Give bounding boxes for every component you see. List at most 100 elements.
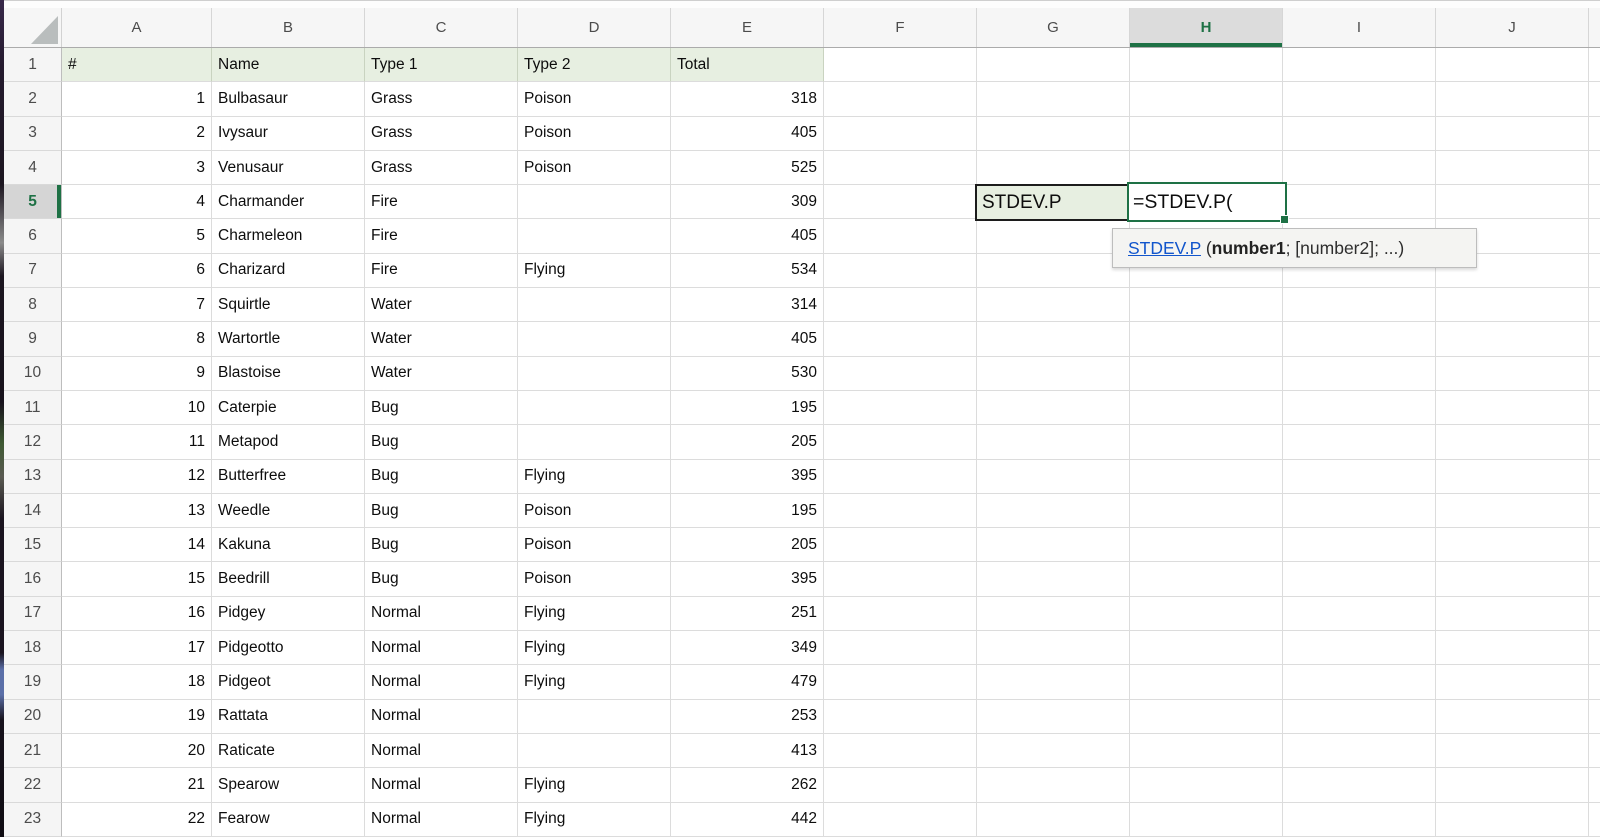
cell-J3[interactable]	[1436, 117, 1589, 151]
cell-J9[interactable]	[1436, 322, 1589, 356]
cell-C4[interactable]: Grass	[365, 151, 518, 185]
cell-J10[interactable]	[1436, 357, 1589, 391]
cell-F4[interactable]	[824, 151, 977, 185]
cell-A11[interactable]: 10	[62, 391, 212, 425]
column-header-E[interactable]: E	[671, 8, 824, 47]
cell-D3[interactable]: Poison	[518, 117, 671, 151]
cell-E18[interactable]: 349	[671, 631, 824, 665]
cell-J8[interactable]	[1436, 288, 1589, 322]
cell-I18[interactable]	[1283, 631, 1436, 665]
cell-H16[interactable]	[1130, 562, 1283, 596]
cell-H21[interactable]	[1130, 734, 1283, 768]
cell-H19[interactable]	[1130, 665, 1283, 699]
cell-C9[interactable]: Water	[365, 322, 518, 356]
cell-G16[interactable]	[977, 562, 1130, 596]
cell-E13[interactable]: 395	[671, 460, 824, 494]
cell-I11[interactable]	[1283, 391, 1436, 425]
cell-J14[interactable]	[1436, 494, 1589, 528]
cell-F12[interactable]	[824, 425, 977, 459]
cell-F2[interactable]	[824, 82, 977, 116]
cell-D23[interactable]: Flying	[518, 803, 671, 837]
cell-J23[interactable]	[1436, 803, 1589, 837]
cell-H22[interactable]	[1130, 768, 1283, 802]
cell-B14[interactable]: Weedle	[212, 494, 365, 528]
cell-E4[interactable]: 525	[671, 151, 824, 185]
cell-E16[interactable]: 395	[671, 562, 824, 596]
cell-B1[interactable]: Name	[212, 48, 365, 82]
cell-D21[interactable]	[518, 734, 671, 768]
column-header-B[interactable]: B	[212, 8, 365, 47]
cell-C3[interactable]: Grass	[365, 117, 518, 151]
cell-B20[interactable]: Rattata	[212, 700, 365, 734]
cell-G13[interactable]	[977, 460, 1130, 494]
cell-G12[interactable]	[977, 425, 1130, 459]
cell-F14[interactable]	[824, 494, 977, 528]
cell-A22[interactable]: 21	[62, 768, 212, 802]
cell-G11[interactable]	[977, 391, 1130, 425]
cell-G6[interactable]	[977, 219, 1130, 253]
fill-handle[interactable]	[1280, 215, 1289, 224]
cell-E7[interactable]: 534	[671, 254, 824, 288]
cell-H9[interactable]	[1130, 322, 1283, 356]
cell-B13[interactable]: Butterfree	[212, 460, 365, 494]
cell-A1[interactable]: #	[62, 48, 212, 82]
cell-B3[interactable]: Ivysaur	[212, 117, 365, 151]
cell-E2[interactable]: 318	[671, 82, 824, 116]
cell-I23[interactable]	[1283, 803, 1436, 837]
cell-F16[interactable]	[824, 562, 977, 596]
cell-G2[interactable]	[977, 82, 1130, 116]
cell-C11[interactable]: Bug	[365, 391, 518, 425]
function-name-link[interactable]: STDEV.P	[1128, 238, 1201, 258]
cell-D18[interactable]: Flying	[518, 631, 671, 665]
cell-G15[interactable]	[977, 528, 1130, 562]
cell-D6[interactable]	[518, 219, 671, 253]
cell-C8[interactable]: Water	[365, 288, 518, 322]
cell-I15[interactable]	[1283, 528, 1436, 562]
cell-I12[interactable]	[1283, 425, 1436, 459]
cell-C20[interactable]: Normal	[365, 700, 518, 734]
cell-I9[interactable]	[1283, 322, 1436, 356]
cell-A20[interactable]: 19	[62, 700, 212, 734]
cell-I13[interactable]	[1283, 460, 1436, 494]
cell-B15[interactable]: Kakuna	[212, 528, 365, 562]
select-all-button[interactable]	[4, 8, 62, 47]
cell-H4[interactable]	[1130, 151, 1283, 185]
cell-G5-selected-range[interactable]: STDEV.P	[975, 184, 1132, 221]
cell-E23[interactable]: 442	[671, 803, 824, 837]
cell-A6[interactable]: 5	[62, 219, 212, 253]
cell-I5[interactable]	[1283, 185, 1436, 219]
cell-B8[interactable]: Squirtle	[212, 288, 365, 322]
cell-F21[interactable]	[824, 734, 977, 768]
cell-G7[interactable]	[977, 254, 1130, 288]
cell-C12[interactable]: Bug	[365, 425, 518, 459]
cell-G8[interactable]	[977, 288, 1130, 322]
cell-J15[interactable]	[1436, 528, 1589, 562]
cell-C18[interactable]: Normal	[365, 631, 518, 665]
row-header-16[interactable]: 16	[4, 562, 62, 596]
cell-H13[interactable]	[1130, 460, 1283, 494]
column-header-F[interactable]: F	[824, 8, 977, 47]
cell-D8[interactable]	[518, 288, 671, 322]
cell-C10[interactable]: Water	[365, 357, 518, 391]
cell-D22[interactable]: Flying	[518, 768, 671, 802]
cell-A14[interactable]: 13	[62, 494, 212, 528]
cell-D9[interactable]	[518, 322, 671, 356]
cell-G1[interactable]	[977, 48, 1130, 82]
column-header-I[interactable]: I	[1283, 8, 1436, 47]
cell-I1[interactable]	[1283, 48, 1436, 82]
cell-A8[interactable]: 7	[62, 288, 212, 322]
cell-C19[interactable]: Normal	[365, 665, 518, 699]
cell-D16[interactable]: Poison	[518, 562, 671, 596]
cell-C22[interactable]: Normal	[365, 768, 518, 802]
cell-C16[interactable]: Bug	[365, 562, 518, 596]
cell-H10[interactable]	[1130, 357, 1283, 391]
cell-B16[interactable]: Beedrill	[212, 562, 365, 596]
cell-D5[interactable]	[518, 185, 671, 219]
cell-G20[interactable]	[977, 700, 1130, 734]
cell-F5[interactable]	[824, 185, 977, 219]
cell-J13[interactable]	[1436, 460, 1589, 494]
cell-G19[interactable]	[977, 665, 1130, 699]
cell-H1[interactable]	[1130, 48, 1283, 82]
cell-H18[interactable]	[1130, 631, 1283, 665]
column-header-G[interactable]: G	[977, 8, 1130, 47]
